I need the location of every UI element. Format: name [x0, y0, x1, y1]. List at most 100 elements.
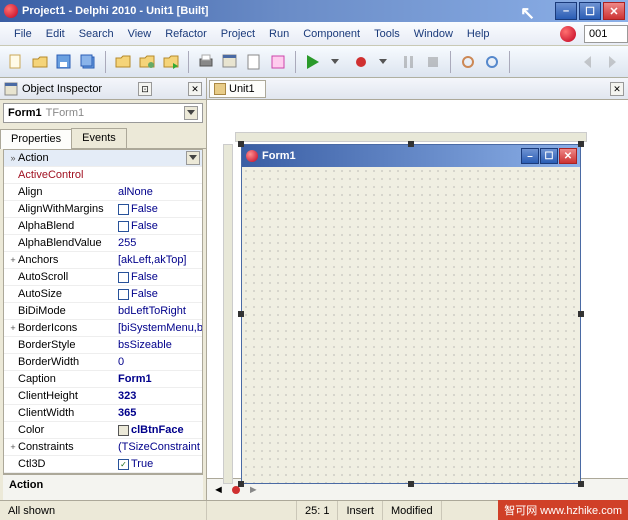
run-drop-icon[interactable]	[327, 52, 347, 72]
prop-value[interactable]: Form1	[118, 373, 202, 385]
property-row[interactable]: +Constraints(TSizeConstraint	[4, 439, 202, 456]
prop-value[interactable]: [biSystemMenu,b	[118, 322, 202, 334]
saveall-icon[interactable]	[78, 52, 98, 72]
prop-value[interactable]: 0	[118, 356, 202, 368]
new-icon[interactable]	[6, 52, 26, 72]
property-row[interactable]: »Action	[4, 150, 202, 167]
close-button[interactable]: ✕	[603, 2, 625, 20]
prop-value[interactable]: False	[118, 203, 202, 215]
form-min-button[interactable]: –	[521, 148, 539, 164]
prop-value[interactable]: False	[118, 288, 202, 300]
prop-value[interactable]: bdLeftToRight	[118, 305, 202, 317]
form-icon[interactable]	[220, 52, 240, 72]
stop-icon[interactable]	[423, 52, 443, 72]
property-row[interactable]: CaptionForm1	[4, 371, 202, 388]
menu-run[interactable]: Run	[263, 26, 295, 42]
run-icon[interactable]	[303, 52, 323, 72]
form-max-button[interactable]: ☐	[540, 148, 558, 164]
menu-view[interactable]: View	[122, 26, 158, 42]
tool1-icon[interactable]	[458, 52, 478, 72]
nav-left-icon[interactable]: ◄	[207, 484, 230, 496]
menu-edit[interactable]: Edit	[40, 26, 71, 42]
menu-project[interactable]: Project	[215, 26, 261, 42]
property-row[interactable]: AutoScrollFalse	[4, 269, 202, 286]
property-row[interactable]: ClientHeight323	[4, 388, 202, 405]
resize-handle[interactable]	[238, 141, 244, 147]
chevron-down-icon[interactable]	[186, 151, 200, 165]
unit-tab[interactable]: Unit1	[209, 80, 266, 98]
property-row[interactable]: +Anchors[akLeft,akTop]	[4, 252, 202, 269]
prop-value[interactable]: clBtnFace	[118, 424, 202, 436]
property-row[interactable]: ActiveControl	[4, 167, 202, 184]
nav-fwd-icon[interactable]	[602, 52, 622, 72]
property-row[interactable]: BiDiModebdLeftToRight	[4, 303, 202, 320]
add-icon[interactable]	[268, 52, 288, 72]
tabs-close-icon[interactable]: ✕	[610, 82, 624, 96]
resize-handle[interactable]	[238, 481, 244, 487]
checkbox-icon[interactable]: ✓	[118, 459, 129, 470]
menu-search[interactable]: Search	[73, 26, 120, 42]
nav-right-icon[interactable]: ►	[242, 484, 265, 496]
property-row[interactable]: BorderWidth0	[4, 354, 202, 371]
print-icon[interactable]	[196, 52, 216, 72]
form-client[interactable]	[242, 167, 580, 483]
property-row[interactable]: AutoSizeFalse	[4, 286, 202, 303]
tab-events[interactable]: Events	[71, 128, 127, 148]
property-row[interactable]: AlignWithMarginsFalse	[4, 201, 202, 218]
property-row[interactable]: AlphaBlendFalse	[4, 218, 202, 235]
pause-icon[interactable]	[399, 52, 419, 72]
form-window[interactable]: Form1 – ☐ ✕	[241, 144, 581, 484]
prop-value[interactable]: bsSizeable	[118, 339, 202, 351]
inspector-close-icon[interactable]: ✕	[188, 82, 202, 96]
property-row[interactable]: BorderStylebsSizeable	[4, 337, 202, 354]
open-icon[interactable]	[30, 52, 50, 72]
property-row[interactable]: Ctl3D✓True	[4, 456, 202, 473]
property-row[interactable]: AlignalNone	[4, 184, 202, 201]
prop-value[interactable]: ✓True	[118, 458, 202, 470]
unit-icon[interactable]	[244, 52, 264, 72]
property-row[interactable]: AlphaBlendValue255	[4, 235, 202, 252]
resize-handle[interactable]	[578, 311, 584, 317]
prop-value[interactable]: alNone	[118, 186, 202, 198]
property-grid[interactable]: »ActionActiveControlAlignalNoneAlignWith…	[3, 149, 203, 474]
address-input[interactable]	[584, 25, 628, 43]
property-row[interactable]: ColorclBtnFace	[4, 422, 202, 439]
form-close-button[interactable]: ✕	[559, 148, 577, 164]
save-icon[interactable]	[54, 52, 74, 72]
object-selector[interactable]: Form1 TForm1	[3, 103, 203, 123]
menu-window[interactable]: Window	[408, 26, 459, 42]
folder2-icon[interactable]	[137, 52, 157, 72]
prop-value[interactable]: (TSizeConstraint	[118, 441, 202, 453]
form-titlebar[interactable]: Form1 – ☐ ✕	[242, 145, 580, 167]
resize-handle[interactable]	[578, 141, 584, 147]
prop-value[interactable]: False	[118, 220, 202, 232]
folder3-icon[interactable]	[161, 52, 181, 72]
menu-file[interactable]: File	[8, 26, 38, 42]
nav-back-icon[interactable]	[578, 52, 598, 72]
maximize-button[interactable]: ☐	[579, 2, 601, 20]
tool2-icon[interactable]	[482, 52, 502, 72]
menu-tools[interactable]: Tools	[368, 26, 406, 42]
prop-value[interactable]: 323	[118, 390, 202, 402]
globe-icon[interactable]	[560, 26, 576, 42]
resize-handle[interactable]	[578, 481, 584, 487]
minimize-button[interactable]: –	[555, 2, 577, 20]
resize-handle[interactable]	[238, 311, 244, 317]
prop-value[interactable]: 255	[118, 237, 202, 249]
tab-properties[interactable]: Properties	[0, 129, 72, 149]
prop-value[interactable]: False	[118, 271, 202, 283]
inspector-pin-icon[interactable]: ⊡	[138, 82, 152, 96]
menu-component[interactable]: Component	[297, 26, 366, 42]
prop-value[interactable]: [akLeft,akTop]	[118, 254, 202, 266]
menu-help[interactable]: Help	[461, 26, 496, 42]
property-row[interactable]: +BorderIcons[biSystemMenu,b	[4, 320, 202, 337]
break-drop-icon[interactable]	[375, 52, 395, 72]
folder1-icon[interactable]	[113, 52, 133, 72]
prop-value[interactable]: 365	[118, 407, 202, 419]
checkbox-icon[interactable]	[118, 289, 129, 300]
resize-handle[interactable]	[408, 481, 414, 487]
checkbox-icon[interactable]	[118, 221, 129, 232]
chevron-down-icon[interactable]	[184, 106, 198, 120]
breakpoint-icon[interactable]	[351, 52, 371, 72]
form-designer[interactable]: Form1 – ☐ ✕	[207, 100, 628, 478]
